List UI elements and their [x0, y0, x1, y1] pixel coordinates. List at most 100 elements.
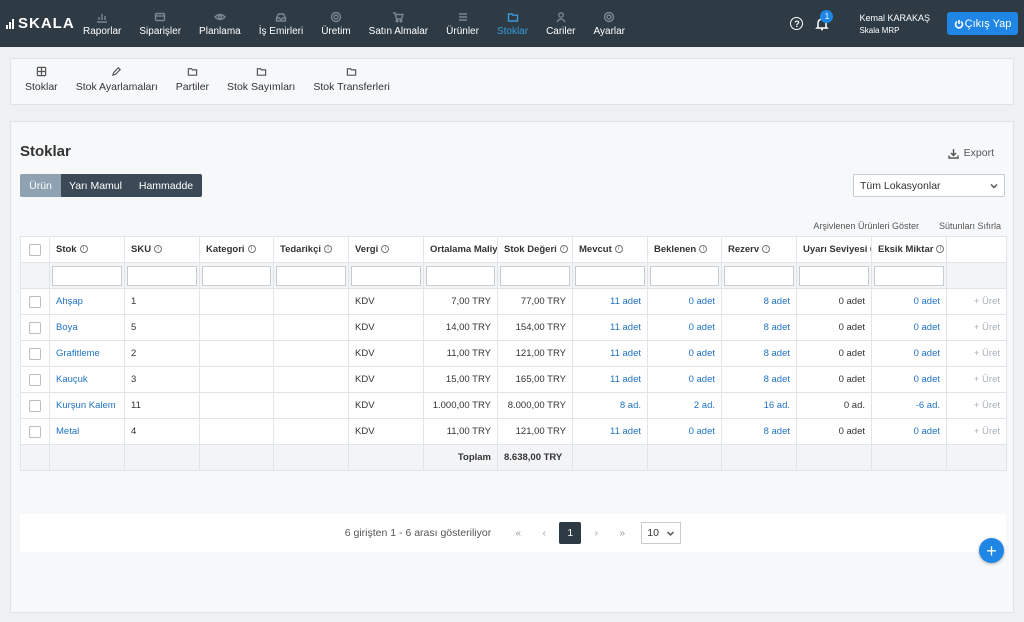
user-info[interactable]: Kemal KARAKAŞ Skala MRP — [859, 13, 930, 35]
next-page-button[interactable]: › — [583, 528, 609, 539]
location-select[interactable]: Tüm Lokasyonlar — [853, 174, 1005, 197]
column-header[interactable]: Ortalama Maliyeti — [423, 236, 498, 263]
column-filter-input[interactable] — [575, 265, 645, 286]
show-archived-link[interactable]: Arşivlenen Ürünleri Göster — [813, 221, 919, 231]
column-header[interactable]: Tedarikçi i — [273, 236, 349, 263]
nav-item-1[interactable]: Siparişler — [130, 0, 190, 47]
subnav-item-4[interactable]: Stok Transferleri — [304, 66, 398, 104]
column-filter-input[interactable] — [426, 265, 495, 286]
table-row[interactable]: Grafitleme 2 KDV 11,00 TRY 121,00 TRY 11 adet… — [20, 340, 1007, 367]
row-checkbox[interactable] — [29, 347, 41, 360]
cell-rezerv[interactable]: 8 adet — [721, 418, 797, 445]
nav-item-5[interactable]: Satın Almalar — [360, 0, 437, 47]
cell-mevcut[interactable]: 11 adet — [572, 314, 648, 341]
column-header[interactable]: Stok i — [49, 236, 125, 263]
cell-beklenen[interactable]: 0 adet — [647, 366, 722, 393]
export-button[interactable]: Export — [947, 147, 994, 159]
table-row[interactable]: Kauçuk 3 KDV 15,00 TRY 165,00 TRY 11 adet 0 ad… — [20, 366, 1007, 393]
cell-mevcut[interactable]: 11 adet — [572, 418, 648, 445]
cell-stok[interactable]: Kurşun Kalem — [49, 392, 125, 419]
notifications-bell[interactable]: 1 — [815, 9, 834, 31]
column-filter-input[interactable] — [202, 265, 271, 286]
cell-mevcut[interactable]: 11 adet — [572, 288, 648, 315]
cell-beklenen[interactable]: 0 adet — [647, 314, 722, 341]
produce-button[interactable]: + Üret — [946, 392, 1007, 419]
help-icon[interactable]: ? — [790, 17, 804, 30]
cell-rezerv[interactable]: 8 adet — [721, 288, 797, 315]
cell-mevcut[interactable]: 11 adet — [572, 340, 648, 367]
produce-button[interactable]: + Üret — [946, 340, 1007, 367]
cell-beklenen[interactable]: 0 adet — [647, 340, 722, 367]
table-row[interactable]: Boya 5 KDV 14,00 TRY 154,00 TRY 11 adet 0 adet… — [20, 314, 1007, 341]
column-filter-input[interactable] — [276, 265, 346, 286]
table-row[interactable]: Kurşun Kalem 11 KDV 1.000,00 TRY 8.000,00 TR… — [20, 392, 1007, 419]
page-size-select[interactable]: 10 — [641, 522, 682, 544]
column-filter-input[interactable] — [351, 265, 421, 286]
cell-beklenen[interactable]: 0 adet — [647, 418, 722, 445]
nav-item-8[interactable]: Cariler — [537, 0, 584, 47]
cell-beklenen[interactable]: 0 adet — [647, 288, 722, 315]
prev-page-button[interactable]: ‹ — [531, 528, 557, 539]
column-header[interactable]: Eksik Miktar i — [871, 236, 947, 263]
produce-button[interactable]: + Üret — [946, 418, 1007, 445]
current-page-button[interactable]: 1 — [559, 522, 582, 544]
cell-stok[interactable]: Ahşap — [49, 288, 125, 315]
table-row[interactable]: Metal 4 KDV 11,00 TRY 121,00 TRY 11 adet 0 ade… — [20, 418, 1007, 445]
column-filter-input[interactable] — [52, 265, 122, 286]
segment-hammadde[interactable]: Hammadde — [130, 174, 202, 197]
first-page-button[interactable]: « — [505, 528, 531, 539]
column-filter-input[interactable] — [799, 265, 869, 286]
produce-button[interactable]: + Üret — [946, 288, 1007, 315]
nav-item-2[interactable]: Planlama — [190, 0, 250, 47]
column-filter-input[interactable] — [650, 265, 719, 286]
column-header[interactable]: Stok Değeri i — [497, 236, 573, 263]
last-page-button[interactable]: » — [609, 528, 635, 539]
column-header[interactable]: Uyarı Seviyesii — [796, 236, 872, 263]
column-header[interactable]: Mevcut i — [572, 236, 648, 263]
cell-stok[interactable]: Grafitleme — [49, 340, 125, 367]
column-filter-input[interactable] — [724, 265, 794, 286]
cell-eksik[interactable]: 0 adet — [871, 314, 947, 341]
cell-rezerv[interactable]: 8 adet — [721, 366, 797, 393]
cell-eksik[interactable]: 0 adet — [871, 340, 947, 367]
cell-rezerv[interactable]: 16 ad. — [721, 392, 797, 419]
nav-item-3[interactable]: İş Emirleri — [250, 0, 312, 47]
cell-eksik[interactable]: 0 adet — [871, 366, 947, 393]
segment-urun[interactable]: Ürün — [20, 174, 61, 197]
nav-item-9[interactable]: Ayarlar — [585, 0, 635, 47]
cell-stok[interactable]: Metal — [49, 418, 125, 445]
reset-columns-link[interactable]: Sütunları Sıfırla — [939, 221, 1001, 231]
table-row[interactable]: Ahşap 1 KDV 7,00 TRY 77,00 TRY 11 adet 0 adet 8… — [20, 288, 1007, 315]
row-checkbox[interactable] — [29, 321, 41, 334]
column-filter-input[interactable] — [874, 265, 944, 286]
column-header[interactable]: Rezerv i — [721, 236, 797, 263]
column-header[interactable]: Vergi i — [348, 236, 424, 263]
cell-eksik[interactable]: 0 adet — [871, 418, 947, 445]
cell-eksik[interactable]: -6 ad. — [871, 392, 947, 419]
logout-button[interactable]: Çıkış Yap — [947, 12, 1018, 35]
segment-yari-mamul[interactable]: Yarı Mamul — [61, 174, 130, 197]
produce-button[interactable]: + Üret — [946, 366, 1007, 393]
column-filter-input[interactable] — [127, 265, 197, 286]
cell-beklenen[interactable]: 2 ad. — [647, 392, 722, 419]
brand-logo[interactable]: SKALA — [0, 15, 74, 32]
cell-rezerv[interactable]: 8 adet — [721, 314, 797, 341]
cell-stok[interactable]: Kauçuk — [49, 366, 125, 393]
row-checkbox[interactable] — [29, 425, 41, 438]
add-button[interactable]: + — [979, 538, 1004, 563]
nav-item-0[interactable]: Raporlar — [74, 0, 130, 47]
column-filter-input[interactable] — [500, 265, 570, 286]
cell-stok[interactable]: Boya — [49, 314, 125, 341]
cell-mevcut[interactable]: 8 ad. — [572, 392, 648, 419]
column-header[interactable]: SKU i — [124, 236, 200, 263]
row-checkbox[interactable] — [29, 295, 41, 308]
select-all-checkbox[interactable] — [29, 243, 41, 256]
produce-button[interactable]: + Üret — [946, 314, 1007, 341]
subnav-item-2[interactable]: Partiler — [167, 66, 218, 104]
row-checkbox[interactable] — [29, 373, 41, 386]
nav-item-7[interactable]: Stoklar — [488, 0, 537, 47]
nav-item-4[interactable]: Üretim — [312, 0, 359, 47]
subnav-item-1[interactable]: Stok Ayarlamaları — [67, 66, 167, 104]
cell-mevcut[interactable]: 11 adet — [572, 366, 648, 393]
subnav-item-3[interactable]: Stok Sayımları — [218, 66, 304, 104]
